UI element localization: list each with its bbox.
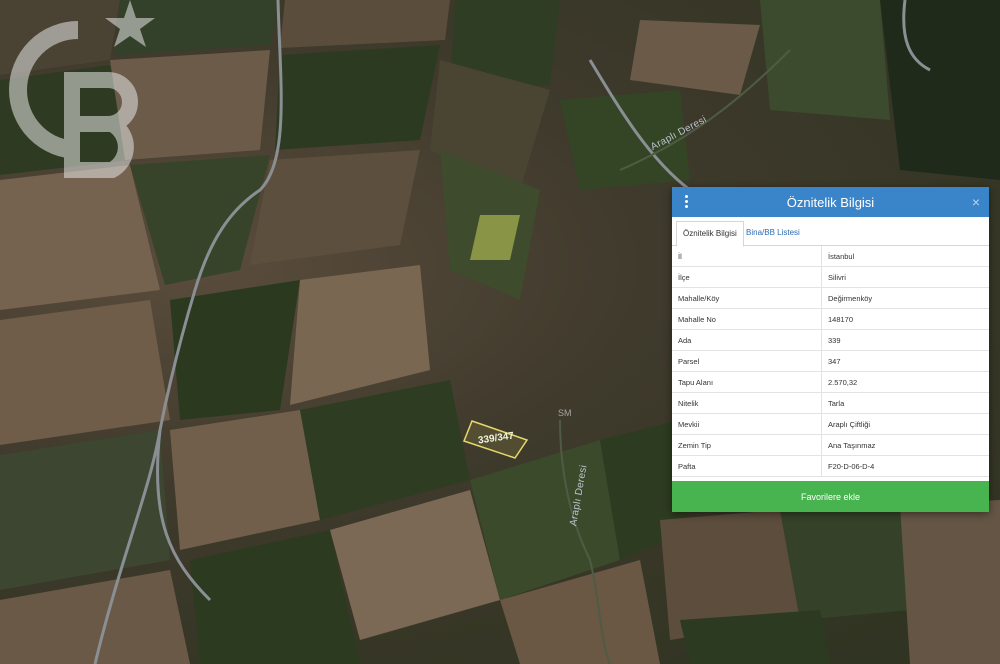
attribute-row: Nitelik Tarla [672,392,989,414]
attribute-value: 148170 [821,308,989,330]
attribute-key: Mahalle/Köy [672,287,822,309]
attribute-key: Mevkii [672,413,822,435]
attribute-row: Pafta F20-D-06-D-4 [672,455,989,477]
attribute-value: 347 [821,350,989,372]
attribute-key: İl [672,246,822,267]
close-icon[interactable]: × [972,194,980,210]
tab-bina-bb-listesi[interactable]: Bina/BB Listesi [740,221,806,245]
add-to-favorites-button[interactable]: Favorilere ekle [672,481,989,512]
attribute-value: Değirmenköy [821,287,989,309]
attribute-row: İl İstanbul [672,246,989,267]
attribute-key: Ada [672,329,822,351]
panel-title: Öznitelik Bilgisi [786,194,875,210]
panel-tabs: Öznitelik Bilgisi Bina/BB Listesi [672,217,989,247]
attribute-row: Tapu Alanı 2.570,32 [672,371,989,393]
attribute-key: Nitelik [672,392,822,414]
vertical-dots-icon[interactable] [682,195,692,209]
attribute-key: Zemin Tip [672,434,822,456]
attribute-row: Zemin Tip Ana Taşınmaz [672,434,989,456]
cb-watermark-logo [9,0,155,178]
attribute-row: İlçe Silivri [672,266,989,288]
attribute-row: Mevkii Araplı Çiftliği [672,413,989,435]
attribute-row: Mahalle/Köy Değirmenköy [672,287,989,309]
panel-header: Öznitelik Bilgisi × [672,187,989,217]
attribute-row: Ada 339 [672,329,989,351]
attribute-table: İl İstanbul İlçe Silivri Mahalle/Köy Değirmen… [672,246,989,477]
attribute-value: 339 [821,329,989,351]
attribute-value: Ana Taşınmaz [821,434,989,456]
attribute-key: Parsel [672,350,822,372]
tab-oznitelik-bilgisi[interactable]: Öznitelik Bilgisi [676,221,744,247]
trademark-mark: SM [558,408,572,418]
attribute-panel: Öznitelik Bilgisi × Öznitelik Bilgisi Bi… [672,187,989,512]
attribute-value: 2.570,32 [821,371,989,393]
attribute-row: Mahalle No 148170 [672,308,989,330]
attribute-key: İlçe [672,266,822,288]
attribute-key: Mahalle No [672,308,822,330]
attribute-value: Silivri [821,266,989,288]
attribute-value: F20-D-06-D-4 [821,455,989,477]
attribute-key: Pafta [672,455,822,477]
attribute-key: Tapu Alanı [672,371,822,393]
attribute-value: İstanbul [821,246,989,267]
attribute-value: Tarla [821,392,989,414]
attribute-row: Parsel 347 [672,350,989,372]
attribute-value: Araplı Çiftliği [821,413,989,435]
